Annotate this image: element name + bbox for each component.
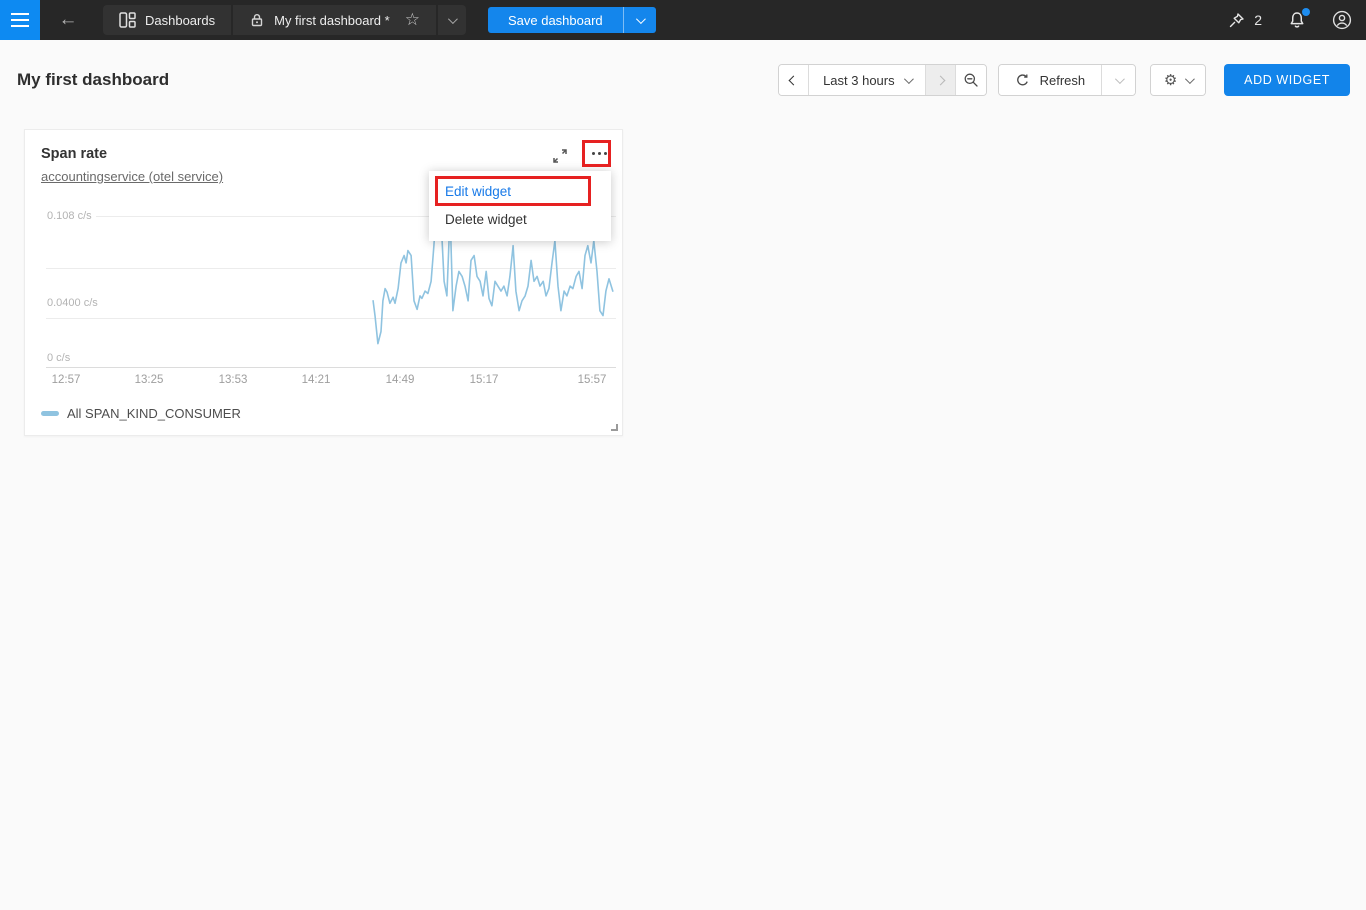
save-dashboard-split-button: Save dashboard — [488, 7, 656, 33]
pinned-items-button[interactable]: 2 — [1228, 12, 1262, 29]
timeframe-zoom-out-button[interactable] — [955, 65, 986, 95]
legend-swatch — [41, 411, 59, 416]
gridline — [46, 318, 616, 319]
legend-item[interactable]: All SPAN_KIND_CONSUMER — [41, 406, 241, 421]
chevron-down-icon — [636, 14, 646, 24]
gridline — [46, 268, 616, 269]
settings-group: ⚙ — [1150, 64, 1206, 96]
widget-title: Span rate — [41, 146, 107, 162]
avatar-icon — [1332, 10, 1352, 30]
x-axis-labels: 12:57 13:25 13:53 14:21 14:49 15:17 15:57 — [25, 374, 624, 388]
y-tick-label: 0 c/s — [47, 352, 70, 364]
notifications-button[interactable] — [1288, 11, 1306, 29]
top-bar: ← Dashboards My first dashboard * ☆ Save… — [0, 0, 1366, 40]
back-button[interactable]: ← — [50, 2, 86, 38]
y-tick-label: 0.108 c/s — [47, 210, 92, 222]
user-avatar-button[interactable] — [1332, 10, 1352, 30]
expand-icon — [551, 147, 569, 165]
x-tick-label: 12:57 — [52, 374, 81, 386]
tab-label: My first dashboard * — [274, 13, 390, 28]
tab-my-first-dashboard[interactable]: My first dashboard * ☆ — [233, 5, 436, 35]
x-axis-line — [46, 367, 616, 368]
widget-context-menu: Edit widget Delete widget — [429, 171, 611, 241]
widget-subtitle-link[interactable]: accountingservice (otel service) — [41, 169, 223, 184]
tab-dashboards[interactable]: Dashboards — [103, 5, 231, 35]
x-tick-label: 14:21 — [302, 374, 331, 386]
tab-label: Dashboards — [145, 13, 215, 28]
widget-span-rate: Span rate accountingservice (otel servic… — [24, 129, 623, 436]
hamburger-icon — [11, 13, 29, 15]
refresh-button[interactable]: Refresh — [999, 65, 1102, 95]
add-widget-button[interactable]: ADD WIDGET — [1224, 64, 1350, 96]
x-tick-label: 13:53 — [219, 374, 248, 386]
chevron-left-icon — [789, 75, 799, 85]
gear-icon: ⚙ — [1164, 71, 1177, 89]
pin-icon — [1228, 12, 1245, 29]
x-tick-label: 15:57 — [578, 374, 607, 386]
timeframe-label: Last 3 hours — [823, 73, 895, 88]
widget-more-options-button[interactable] — [588, 143, 610, 164]
timeframe-group: Last 3 hours — [778, 64, 987, 96]
favorite-star-icon[interactable]: ☆ — [405, 10, 420, 30]
dashboards-grid-icon — [119, 12, 136, 28]
x-tick-label: 15:17 — [470, 374, 499, 386]
notification-dot — [1302, 8, 1310, 16]
save-dashboard-dropdown-button[interactable] — [623, 7, 656, 33]
topbar-right-actions: 2 — [1228, 10, 1366, 30]
breadcrumb-tabs: Dashboards My first dashboard * ☆ — [103, 5, 466, 35]
zoom-out-icon — [963, 72, 979, 88]
refresh-dropdown-button[interactable] — [1101, 65, 1135, 95]
x-tick-label: 14:49 — [386, 374, 415, 386]
widget-resize-handle[interactable] — [611, 424, 618, 431]
refresh-icon — [1015, 73, 1030, 88]
refresh-group: Refresh — [998, 64, 1137, 96]
dashboard-settings-button[interactable]: ⚙ — [1151, 65, 1205, 95]
legend-label: All SPAN_KIND_CONSUMER — [67, 406, 241, 421]
chevron-right-icon — [935, 75, 945, 85]
chevron-down-icon — [1185, 74, 1195, 84]
y-tick-label: 0.0400 c/s — [47, 297, 98, 309]
chevron-down-icon — [904, 74, 914, 84]
dashboard-toolbar: Last 3 hours Refresh ⚙ ADD WID — [778, 64, 1350, 96]
page-title: My first dashboard — [17, 70, 169, 90]
menu-item-delete-widget[interactable]: Delete widget — [429, 206, 611, 234]
timeframe-selector[interactable]: Last 3 hours — [808, 65, 925, 95]
x-tick-label: 13:25 — [135, 374, 164, 386]
chevron-down-icon — [448, 14, 458, 24]
timeframe-next-button[interactable] — [925, 65, 955, 95]
menu-hamburger-button[interactable] — [0, 0, 40, 40]
tabs-dropdown-button[interactable] — [438, 5, 466, 35]
lock-icon — [249, 12, 265, 28]
more-dots-icon — [592, 152, 595, 155]
pin-count-badge: 2 — [1254, 12, 1262, 28]
refresh-label: Refresh — [1040, 73, 1086, 88]
chevron-down-icon — [1115, 74, 1125, 84]
save-dashboard-button[interactable]: Save dashboard — [488, 7, 623, 33]
menu-item-edit-widget[interactable]: Edit widget — [429, 178, 611, 206]
timeframe-previous-button[interactable] — [779, 65, 808, 95]
widget-expand-button[interactable] — [551, 145, 573, 167]
